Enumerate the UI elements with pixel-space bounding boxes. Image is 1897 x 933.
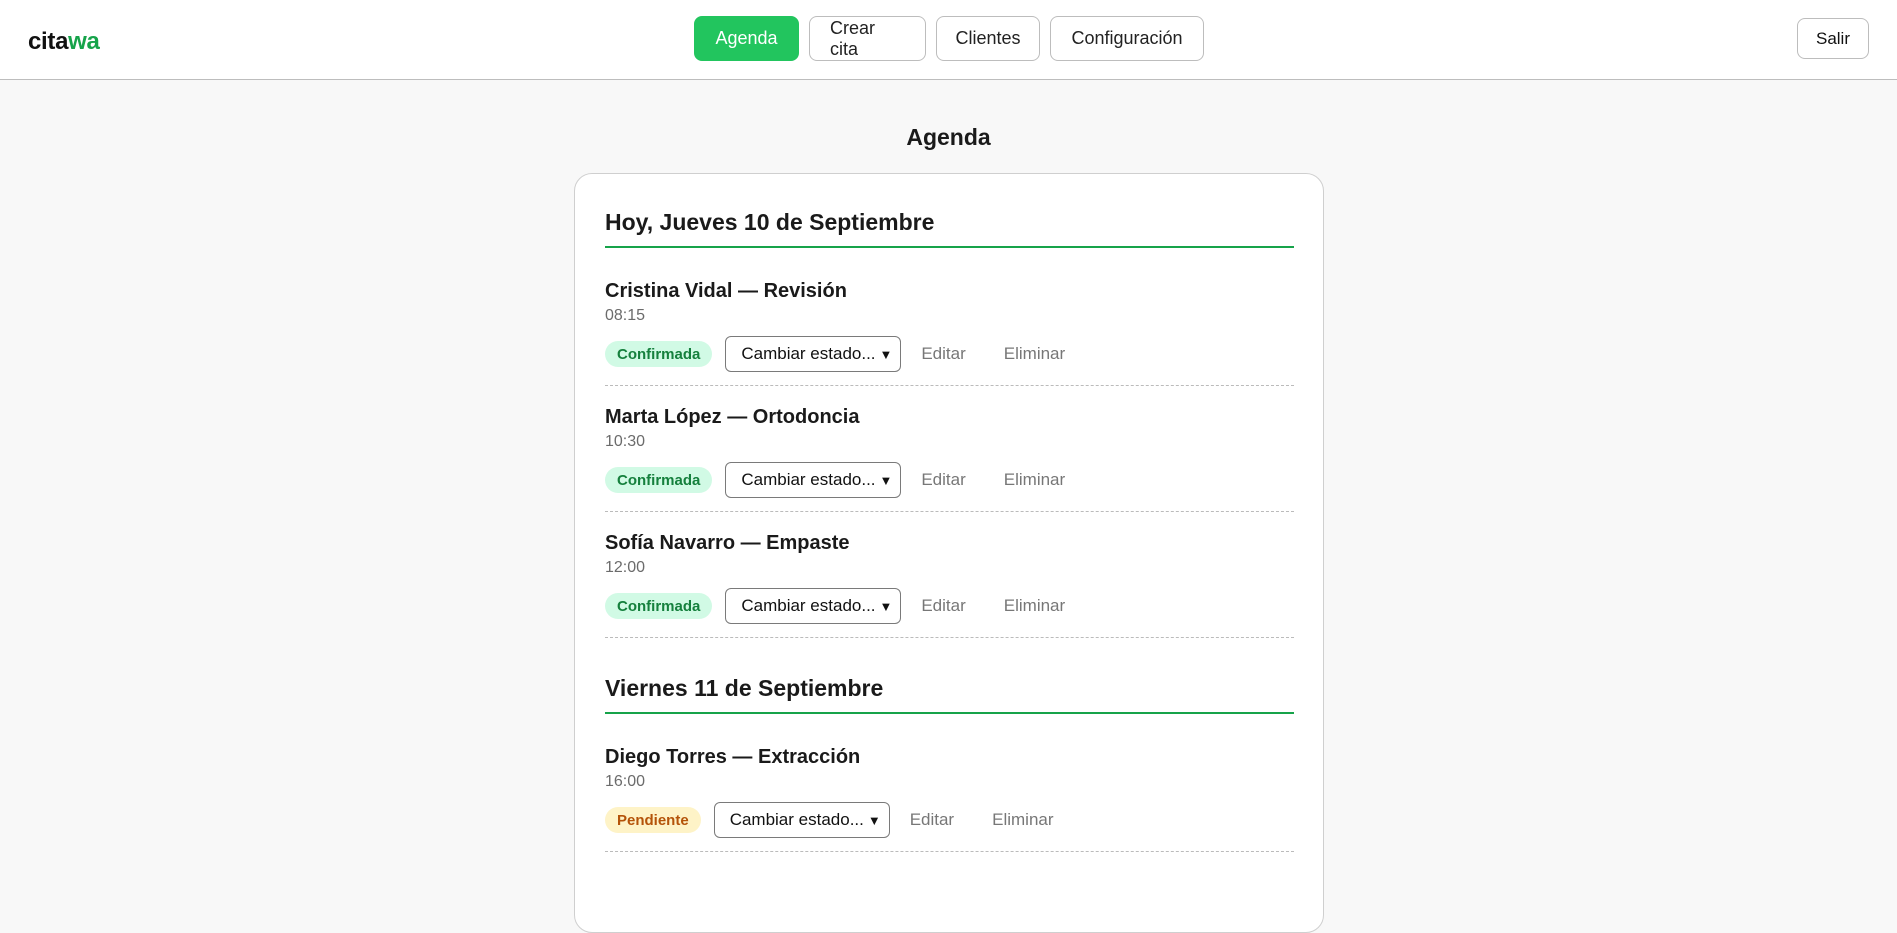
appointment-time: 12:00 <box>605 559 646 576</box>
appointment-title: Marta López — Ortodoncia <box>605 406 860 428</box>
status-select[interactable]: Cambiar estado... ▼ <box>713 802 890 838</box>
appointment-title: Sofía Navarro — Empaste <box>605 532 850 554</box>
appointment-divider <box>605 851 1294 852</box>
delete-link[interactable]: Eliminar <box>1004 596 1065 616</box>
status-select-value: Cambiar estado... <box>741 470 876 489</box>
appointment-divider <box>605 385 1294 386</box>
appointment-actions: Confirmada Cambiar estado... ▼ Editar El… <box>605 462 1294 498</box>
appointment-item: Marta López — Ortodoncia 10:30 Confirmad… <box>605 404 1294 498</box>
delete-link[interactable]: Eliminar <box>1004 344 1065 364</box>
appointment-divider <box>605 511 1294 512</box>
status-badge: Confirmada <box>605 593 713 619</box>
status-select[interactable]: Cambiar estado... ▼ <box>725 336 902 372</box>
delete-link[interactable]: Eliminar <box>992 810 1053 830</box>
day-heading: Viernes 11 de Septiembre <box>605 675 1294 714</box>
appointment-item: Diego Torres — Extracción 16:00 Pendient… <box>605 744 1294 838</box>
nav-configuracion-button[interactable]: Configuración <box>1050 16 1204 61</box>
app-logo[interactable]: citawa <box>28 28 100 56</box>
appointment-actions: Confirmada Cambiar estado... ▼ Editar El… <box>605 588 1294 624</box>
appointment-item: Sofía Navarro — Empaste 12:00 Confirmada… <box>605 530 1294 624</box>
chevron-down-icon: ▼ <box>879 598 893 614</box>
status-select-value: Cambiar estado... <box>741 596 876 615</box>
appointment-item: Cristina Vidal — Revisión 08:15 Confirma… <box>605 278 1294 372</box>
status-select[interactable]: Cambiar estado... ▼ <box>725 462 902 498</box>
logo-text-part2: wa <box>68 28 100 55</box>
delete-link[interactable]: Eliminar <box>1004 470 1065 490</box>
day-heading: Hoy, Jueves 10 de Septiembre <box>605 209 1294 248</box>
appointment-time: 10:30 <box>605 433 646 450</box>
status-badge: Pendiente <box>605 807 701 833</box>
status-select-value: Cambiar estado... <box>741 344 876 363</box>
appointment-actions: Confirmada Cambiar estado... ▼ Editar El… <box>605 336 1294 372</box>
nav-clientes-button[interactable]: Clientes <box>936 16 1040 61</box>
appointment-actions: Pendiente Cambiar estado... ▼ Editar Eli… <box>605 802 1294 838</box>
logout-button[interactable]: Salir <box>1796 18 1869 59</box>
status-select-value: Cambiar estado... <box>729 810 864 829</box>
chevron-down-icon: ▼ <box>879 346 893 362</box>
page-title: Agenda <box>906 124 991 150</box>
status-select[interactable]: Cambiar estado... ▼ <box>725 588 902 624</box>
nav-agenda-button[interactable]: Agenda <box>694 16 799 61</box>
top-navigation-bar: citawa Agenda Crear cita Clientes Config… <box>0 0 1897 80</box>
agenda-card: Hoy, Jueves 10 de Septiembre Cristina Vi… <box>574 173 1324 933</box>
nav-crear-cita-button[interactable]: Crear cita <box>809 16 926 61</box>
appointment-divider <box>605 637 1294 638</box>
main-nav: Agenda Crear cita Clientes Configuración <box>694 16 1204 61</box>
logo-text-part1: cita <box>28 28 69 55</box>
status-badge: Confirmada <box>605 341 713 367</box>
appointment-time: 16:00 <box>605 773 646 790</box>
edit-link[interactable]: Editar <box>921 596 965 616</box>
appointment-time: 08:15 <box>605 307 646 324</box>
appointment-title: Cristina Vidal — Revisión <box>605 280 847 302</box>
edit-link[interactable]: Editar <box>910 810 954 830</box>
chevron-down-icon: ▼ <box>867 812 881 828</box>
edit-link[interactable]: Editar <box>921 344 965 364</box>
status-badge: Confirmada <box>605 467 713 493</box>
edit-link[interactable]: Editar <box>921 470 965 490</box>
appointment-title: Diego Torres — Extracción <box>605 746 861 768</box>
chevron-down-icon: ▼ <box>879 472 893 488</box>
